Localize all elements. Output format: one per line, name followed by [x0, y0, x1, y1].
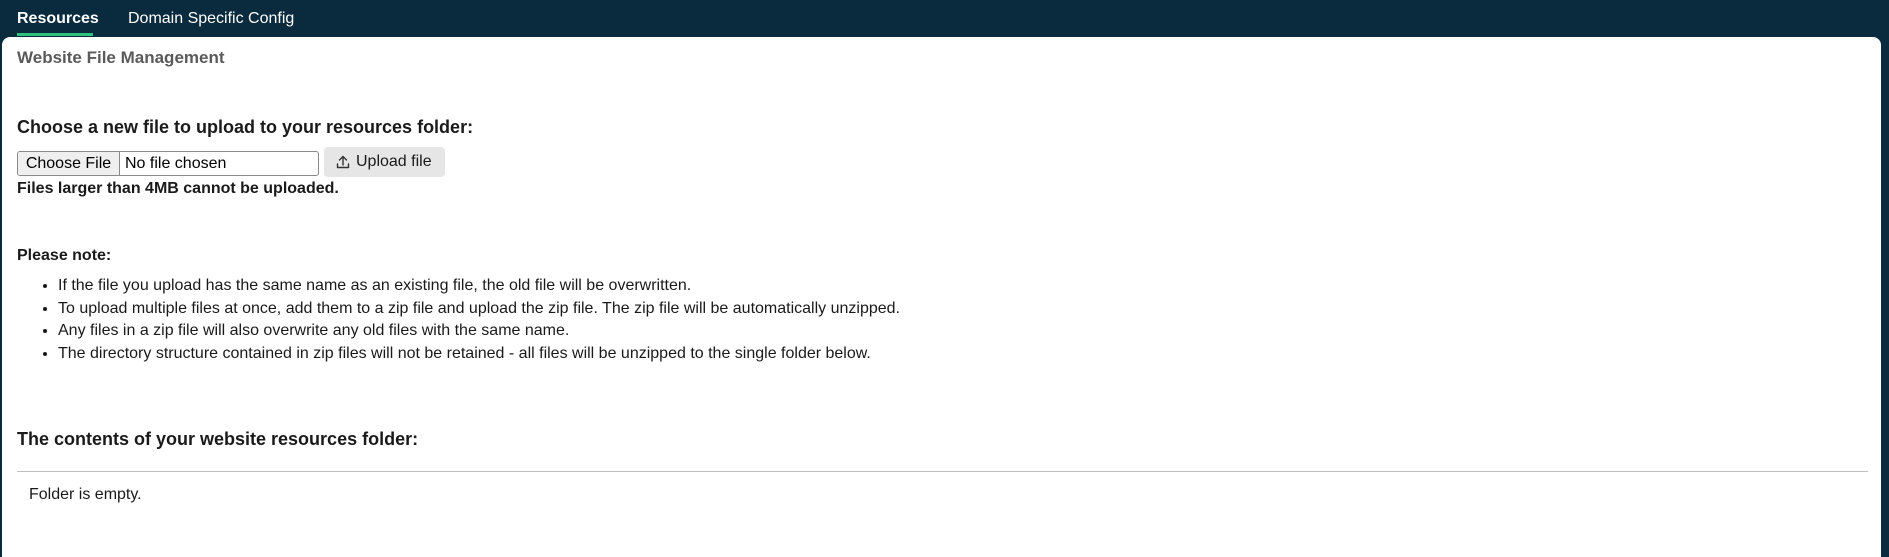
size-warning: Files larger than 4MB cannot be uploaded… — [17, 180, 339, 197]
note-item: If the file you upload has the same name… — [58, 275, 900, 298]
choose-file-button[interactable]: Choose File — [18, 152, 120, 175]
panel-title: Website File Management — [17, 48, 225, 67]
upload-heading: Choose a new file to upload to your reso… — [17, 117, 474, 137]
note-item: To upload multiple files at once, add th… — [58, 298, 900, 321]
tab-bar: Resources Domain Specific Config — [0, 0, 1889, 37]
note-item: The directory structure contained in zip… — [58, 343, 900, 366]
upload-file-button[interactable]: Upload file — [324, 147, 445, 177]
upload-button-label: Upload file — [356, 153, 432, 170]
tab-resources[interactable]: Resources — [17, 0, 99, 37]
upload-icon — [336, 155, 350, 169]
divider — [17, 471, 1868, 472]
file-status-text: No file chosen — [125, 155, 227, 172]
contents-heading: The contents of your website resources f… — [17, 429, 419, 449]
note-item: Any files in a zip file will also overwr… — [58, 320, 900, 343]
tab-domain-specific-config[interactable]: Domain Specific Config — [128, 0, 294, 37]
file-management-panel: Website File Management Choose a new fil… — [2, 37, 1881, 557]
active-tab-indicator — [17, 33, 93, 36]
folder-empty-message: Folder is empty. — [29, 486, 142, 503]
file-input[interactable]: Choose File No file chosen — [17, 151, 319, 176]
notes-list: If the file you upload has the same name… — [17, 275, 900, 365]
note-heading: Please note: — [17, 247, 112, 264]
